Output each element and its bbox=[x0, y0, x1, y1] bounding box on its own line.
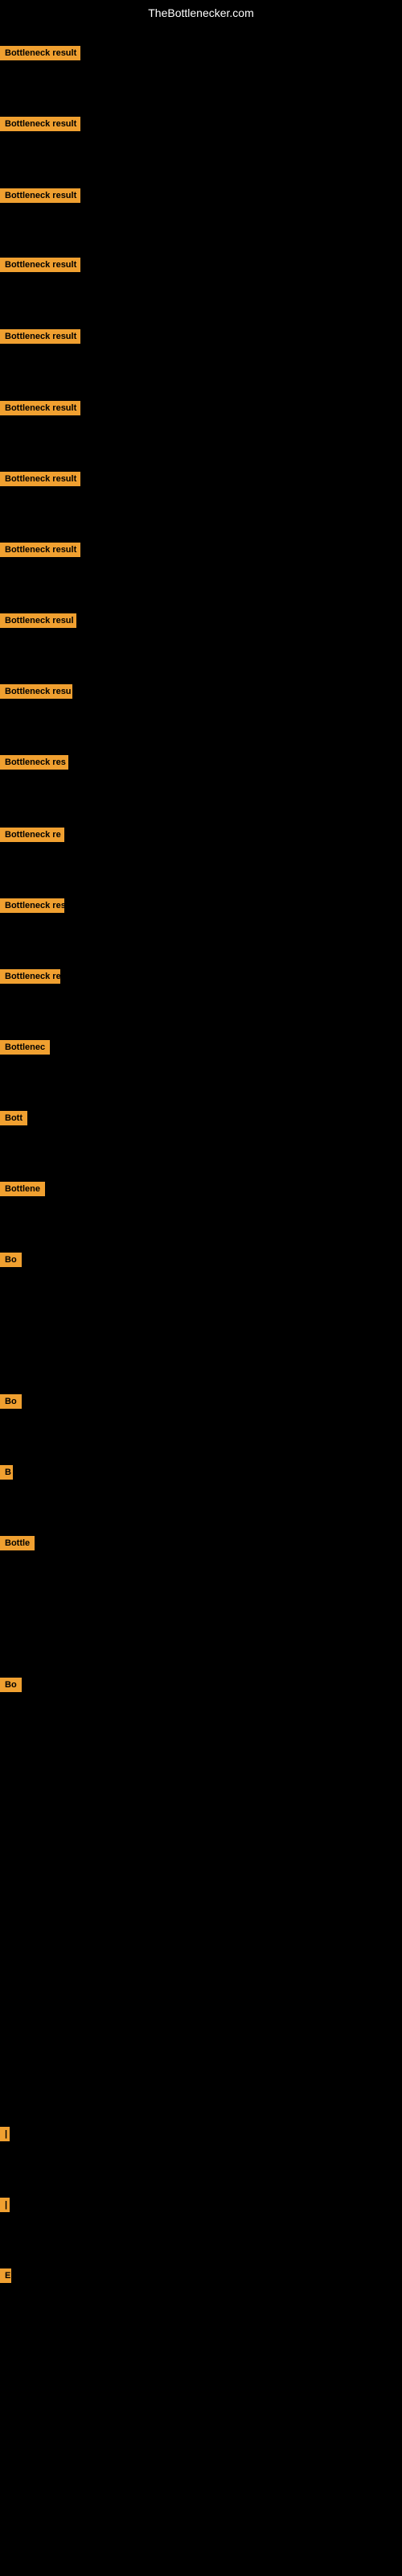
bottleneck-result-badge: Bott bbox=[0, 1111, 27, 1125]
bottleneck-result-badge: | bbox=[0, 2127, 10, 2141]
site-title: TheBottlenecker.com bbox=[0, 0, 402, 26]
bottleneck-result-badge: Bottleneck result bbox=[0, 117, 80, 131]
bottleneck-result-badge: Bottleneck result bbox=[0, 46, 80, 60]
bottleneck-result-badge: Bottleneck result bbox=[0, 472, 80, 486]
bottleneck-result-badge: Bo bbox=[0, 1678, 22, 1692]
bottleneck-result-badge: B bbox=[0, 1465, 13, 1480]
bottleneck-result-badge: E bbox=[0, 2268, 11, 2283]
bottleneck-result-badge: Bottle bbox=[0, 1536, 35, 1550]
bottleneck-result-badge: Bottlene bbox=[0, 1182, 45, 1196]
bottleneck-result-badge: Bottleneck re bbox=[0, 828, 64, 842]
bottleneck-result-badge: Bottleneck res bbox=[0, 898, 64, 913]
bottleneck-result-badge: Bottlenec bbox=[0, 1040, 50, 1055]
bottleneck-result-badge: Bottleneck result bbox=[0, 543, 80, 557]
bottleneck-result-badge: | bbox=[0, 2198, 10, 2212]
bottleneck-result-badge: Bottleneck result bbox=[0, 401, 80, 415]
bottleneck-result-badge: Bottleneck result bbox=[0, 258, 80, 272]
bottleneck-result-badge: Bo bbox=[0, 1253, 22, 1267]
bottleneck-result-badge: Bo bbox=[0, 1394, 22, 1409]
bottleneck-result-badge: Bottleneck res bbox=[0, 755, 68, 770]
bottleneck-result-badge: Bottleneck re bbox=[0, 969, 60, 984]
bottleneck-result-badge: Bottleneck resu bbox=[0, 684, 72, 699]
bottleneck-result-badge: Bottleneck result bbox=[0, 329, 80, 344]
bottleneck-result-badge: Bottleneck resul bbox=[0, 613, 76, 628]
bottleneck-result-badge: Bottleneck result bbox=[0, 188, 80, 203]
